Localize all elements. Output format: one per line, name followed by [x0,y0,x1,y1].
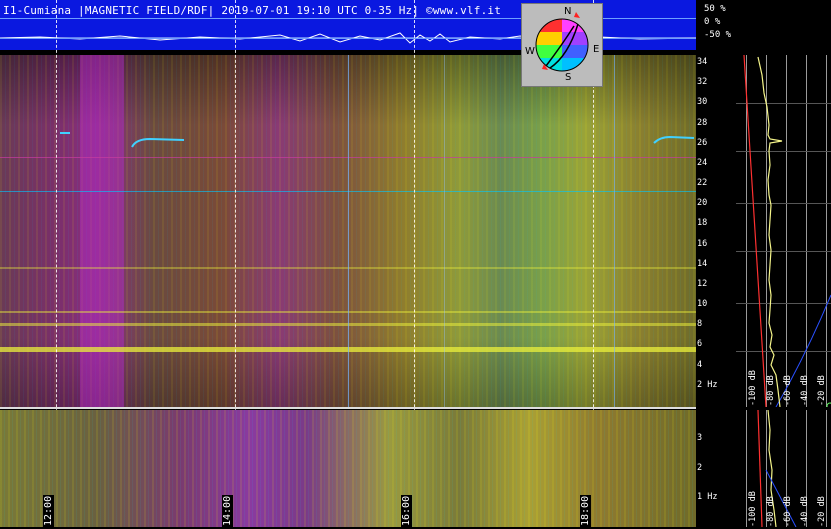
freq-label: 34 [697,57,708,67]
db-label: -40 dB [800,375,810,406]
freq-label: 6 [697,339,703,349]
freq-label: 3 [697,433,703,443]
freq-label: 22 [697,178,708,188]
percent-label: 50 % [704,4,726,14]
compass-east: E [593,44,600,55]
freq-label: 8 [697,319,703,329]
compass-north: N [564,6,572,17]
tone-traces [60,132,695,148]
spectrum-trace [743,55,831,407]
db-label: -20 dB [817,375,827,406]
spectrum-profile [736,55,831,407]
db-label: -80 dB [766,496,776,527]
percent-label: 0 % [704,17,721,27]
direction-compass: N E S W [521,3,603,87]
freq-label: 26 [697,138,708,148]
db-label: -60 dB [783,375,793,406]
db-label: -100 dB [748,491,758,527]
db-label: -100 dB [748,370,758,406]
freq-label: 4 [697,360,703,370]
freq-label: 18 [697,218,708,228]
percent-label: -50 % [704,30,732,40]
freq-label: 1 Hz [697,492,718,502]
freq-label: 2 [697,463,703,473]
freq-label: 30 [697,97,708,107]
db-label: -20 dB [817,496,827,527]
freq-label: 32 [697,77,708,87]
db-label: -80 dB [766,375,776,406]
compass-rose-icon [535,12,589,72]
time-label: 14:00 [222,494,233,527]
compass-south: S [565,72,572,83]
freq-label: 10 [697,299,708,309]
time-label: 18:00 [580,494,591,527]
page-title: I1-Cumiana |MAGNETIC FIELD/RDF| 2019-07-… [3,4,502,17]
freq-label: 28 [697,118,708,128]
freq-label: 14 [697,259,708,269]
freq-label: 2 Hz [697,380,718,390]
time-label: 16:00 [401,494,412,527]
freq-label: 12 [697,279,708,289]
compass-west: W [525,46,535,57]
time-label: 12:00 [43,494,54,527]
freq-label: 16 [697,239,708,249]
db-label: -40 dB [800,496,810,527]
panel-separator [0,407,696,409]
spectrogram-main [0,55,696,407]
db-label: -60 dB [783,496,793,527]
spectrogram-low [0,410,696,527]
freq-label: 24 [697,158,708,168]
freq-label: 20 [697,198,708,208]
